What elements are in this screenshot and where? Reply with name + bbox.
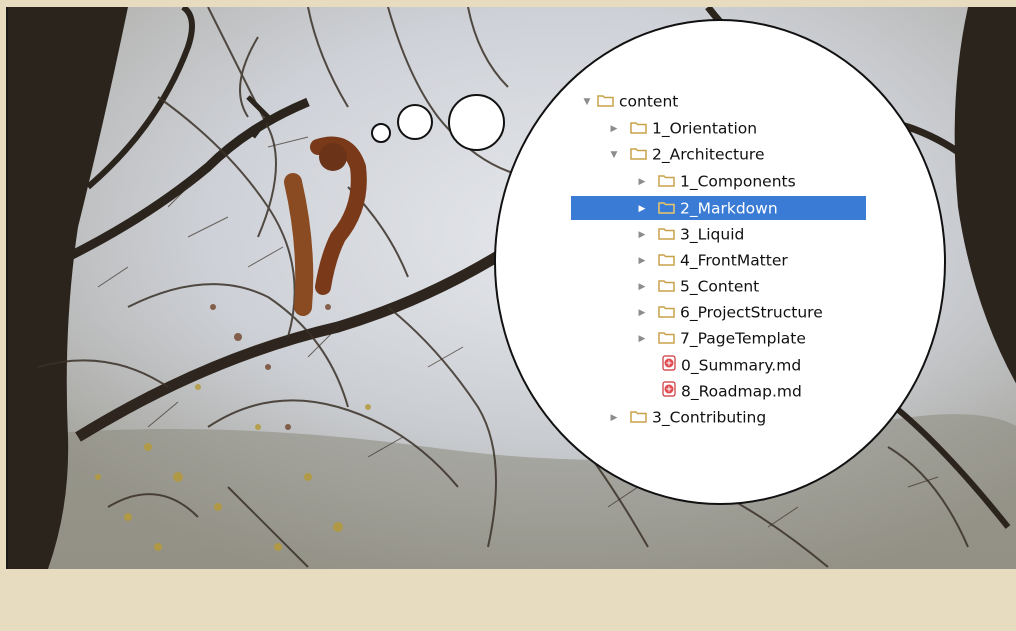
disclosure-collapsed-icon[interactable]: ▶	[636, 275, 648, 299]
tree-item-file[interactable]: 0_Summary.md	[648, 353, 801, 377]
tree-item-folder[interactable]: ▶ 6_ProjectStructure	[636, 300, 823, 324]
markdown-file-icon	[662, 380, 676, 404]
tree-item-folder[interactable]: ▶ 3_Contributing	[608, 405, 767, 430]
tree-item-label: 2_Architecture	[652, 145, 765, 164]
tree-item-content[interactable]: ▼ content	[581, 89, 679, 114]
tree-item-folder[interactable]: ▶ 4_FrontMatter	[636, 248, 788, 272]
folder-icon	[658, 249, 675, 273]
tree-item-folder[interactable]: ▶ 7_PageTemplate	[636, 326, 806, 350]
thought-bubble-small	[371, 123, 391, 143]
disclosure-collapsed-icon[interactable]: ▶	[636, 170, 648, 194]
tree-item-folder-selected[interactable]: ▶ 2_Markdown	[636, 196, 778, 220]
tree-item-folder[interactable]: ▶ 1_Components	[636, 169, 796, 193]
tree-item-label: 1_Components	[680, 172, 796, 191]
tree-item-label: 5_Content	[680, 277, 760, 296]
disclosure-collapsed-icon[interactable]: ▶	[636, 249, 648, 273]
folder-icon	[658, 197, 675, 221]
tree-item-label: 7_PageTemplate	[680, 329, 806, 348]
thought-bubble-medium	[397, 104, 433, 140]
tree-item-folder[interactable]: ▶ 3_Liquid	[636, 222, 745, 247]
folder-icon	[630, 143, 647, 167]
disclosure-expanded-icon[interactable]: ▼	[581, 90, 593, 114]
disclosure-collapsed-icon[interactable]: ▶	[636, 197, 648, 221]
tree-item-folder[interactable]: ▶ 5_Content	[636, 274, 760, 299]
tree-item-label: 3_Liquid	[680, 225, 745, 244]
disclosure-collapsed-icon[interactable]: ▶	[636, 327, 648, 351]
markdown-file-icon	[662, 354, 676, 378]
tree-item-folder[interactable]: ▶ 1_Orientation	[608, 116, 758, 141]
folder-icon	[658, 223, 675, 247]
disclosure-collapsed-icon[interactable]: ▶	[636, 301, 648, 325]
tree-item-label: 4_FrontMatter	[680, 251, 788, 270]
folder-icon	[658, 275, 675, 299]
disclosure-expanded-icon[interactable]: ▼	[608, 143, 620, 167]
tree-item-label: content	[619, 92, 679, 111]
disclosure-collapsed-icon[interactable]: ▶	[608, 117, 620, 141]
tree-item-folder[interactable]: ▼ 2_Architecture	[608, 142, 765, 166]
folder-icon	[630, 406, 647, 430]
folder-icon	[658, 170, 675, 194]
tree-item-label: 8_Roadmap.md	[681, 382, 802, 401]
folder-icon	[658, 327, 675, 351]
disclosure-collapsed-icon[interactable]: ▶	[608, 406, 620, 430]
tree-item-label: 2_Markdown	[680, 199, 778, 218]
folder-icon	[597, 90, 614, 114]
tree-item-label: 3_Contributing	[652, 408, 767, 427]
tree-item-label: 6_ProjectStructure	[680, 303, 823, 322]
disclosure-collapsed-icon[interactable]: ▶	[636, 223, 648, 247]
folder-icon	[658, 301, 675, 325]
tree-item-label: 0_Summary.md	[681, 356, 802, 375]
tree-item-label: 1_Orientation	[652, 119, 758, 138]
tree-item-file[interactable]: 8_Roadmap.md	[648, 379, 802, 403]
folder-icon	[630, 117, 647, 141]
thought-bubble-large	[448, 94, 505, 151]
slide-frame: ▼ content ▶ 1_Orientation ▼ 2_Architecture …	[0, 0, 1016, 631]
